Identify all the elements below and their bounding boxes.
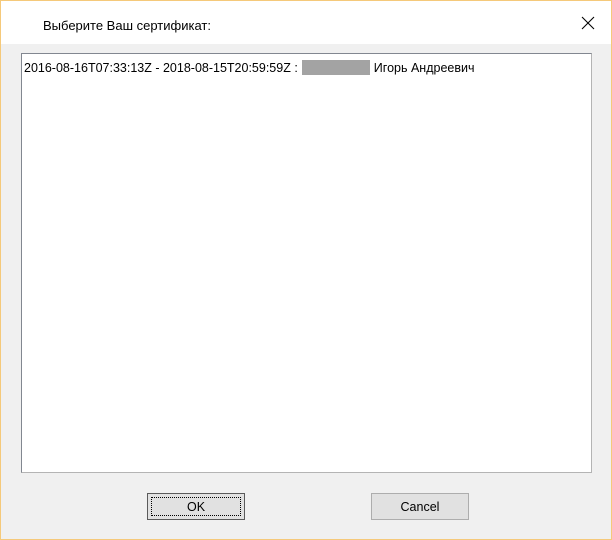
ok-button[interactable]: OK bbox=[147, 493, 245, 520]
dialog-title: Выберите Ваш сертификат: bbox=[43, 18, 211, 33]
close-icon bbox=[581, 16, 595, 30]
cancel-button[interactable]: Cancel bbox=[371, 493, 469, 520]
title-bar: Выберите Ваш сертификат: bbox=[1, 0, 611, 44]
cancel-button-label: Cancel bbox=[400, 499, 440, 514]
close-button[interactable] bbox=[565, 1, 611, 45]
certificate-owner: Игорь Андреевич bbox=[373, 60, 475, 75]
certificate-list-item[interactable]: 2016-08-16T07:33:13Z - 2018-08-15T20:59:… bbox=[24, 60, 474, 75]
focus-rectangle bbox=[151, 497, 241, 516]
certificate-validity: 2016-08-16T07:33:13Z - 2018-08-15T20:59:… bbox=[24, 60, 298, 75]
redacted-name bbox=[301, 60, 370, 75]
certificate-listbox[interactable]: 2016-08-16T07:33:13Z - 2018-08-15T20:59:… bbox=[21, 53, 592, 473]
certificate-dialog: Выберите Ваш сертификат: 2016-08-16T07:3… bbox=[0, 0, 612, 540]
